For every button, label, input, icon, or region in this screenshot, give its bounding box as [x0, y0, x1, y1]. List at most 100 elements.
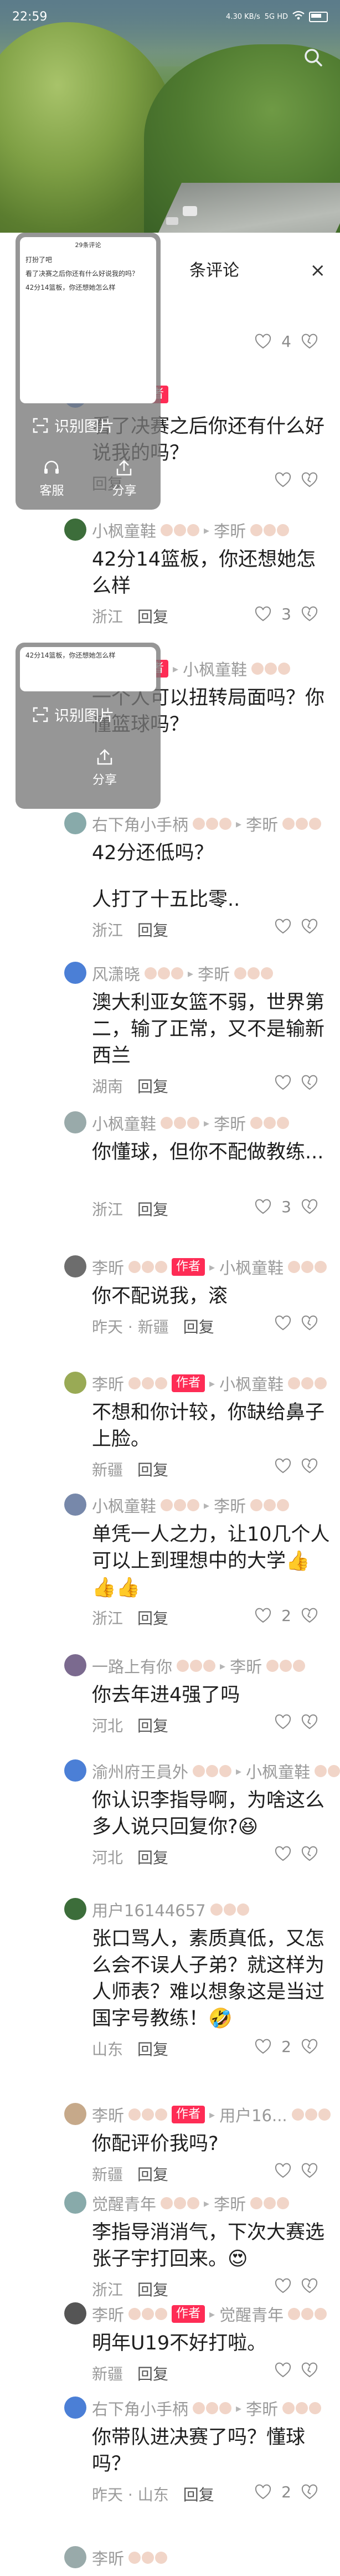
blurred-badge [193, 818, 232, 830]
avatar[interactable] [64, 812, 86, 834]
comment-username[interactable]: 小枫童鞋 [92, 1494, 156, 1517]
like-icon[interactable] [255, 2039, 271, 2055]
comment-username[interactable]: 小枫童鞋 [92, 519, 156, 542]
dislike-icon[interactable] [301, 333, 318, 350]
reply-to-username[interactable]: 小枫童鞋 [183, 657, 247, 680]
avatar[interactable] [64, 2192, 86, 2214]
like-icon[interactable] [275, 2163, 291, 2179]
reply-to-username[interactable]: 李昕 [214, 1111, 246, 1135]
comment-username[interactable]: 李昕 [92, 2546, 124, 2569]
avatar[interactable] [64, 2546, 86, 2568]
like-icon[interactable] [275, 2278, 291, 2295]
like-icon[interactable] [255, 2484, 271, 2501]
comment-username[interactable]: 用户16144657 [92, 1898, 206, 1921]
reply-button[interactable]: 回复 [137, 605, 168, 627]
reply-button[interactable]: 回复 [183, 2483, 214, 2505]
comment-username[interactable]: 风潇晓 [92, 962, 140, 985]
avatar[interactable] [64, 1494, 86, 1516]
reply-button[interactable]: 回复 [137, 1075, 168, 1097]
dislike-icon[interactable] [301, 2163, 318, 2179]
reply-to-username[interactable]: 觉醒青年 [219, 2302, 284, 2326]
avatar[interactable] [64, 1372, 86, 1394]
avatar[interactable] [64, 1759, 86, 1782]
dislike-icon[interactable] [301, 2039, 318, 2055]
like-icon[interactable] [275, 1714, 291, 1731]
dislike-icon[interactable] [301, 472, 318, 489]
dislike-icon[interactable] [301, 1075, 318, 1091]
screenshot-thumbnail[interactable]: 29条评论 打扮了吧 看了决赛之后你还有什么好说我的吗？ 42分14篮板，你还想… [20, 237, 156, 403]
search-icon[interactable] [302, 47, 324, 69]
avatar[interactable] [64, 962, 86, 984]
avatar[interactable] [64, 1898, 86, 1920]
like-icon[interactable] [275, 1315, 291, 1332]
reply-to-username[interactable]: 李昕 [214, 519, 246, 542]
dislike-icon[interactable] [301, 1714, 318, 1731]
reply-button[interactable]: 回复 [137, 2362, 168, 2384]
avatar[interactable] [64, 2302, 86, 2324]
dislike-icon[interactable] [301, 2362, 318, 2379]
like-icon[interactable] [275, 1075, 291, 1091]
share-button[interactable]: 分享 [112, 459, 137, 499]
reply-button[interactable]: 回复 [137, 1714, 168, 1736]
comment-username[interactable]: 李昕 [92, 2103, 124, 2126]
comment-username[interactable]: 右下角小手柄 [92, 2397, 188, 2420]
reply-to-username[interactable]: 李昕 [198, 962, 230, 985]
like-icon[interactable] [255, 606, 271, 623]
dislike-icon[interactable] [301, 2278, 318, 2295]
like-icon[interactable] [255, 1199, 271, 1215]
dislike-icon[interactable] [301, 1458, 318, 1475]
reply-to-username[interactable]: 李昕 [246, 2397, 278, 2420]
reply-to-username[interactable]: 小枫童鞋 [219, 1372, 284, 1395]
reply-button[interactable]: 回复 [137, 918, 168, 941]
reply-button[interactable]: 回复 [137, 2163, 168, 2185]
reply-to-username[interactable]: 李昕 [214, 1494, 246, 1517]
screenshot-thumbnail[interactable]: 42分14篮板，你还想她怎么样 [20, 647, 156, 691]
avatar[interactable] [64, 519, 86, 541]
comment-username[interactable]: 渝州府王員外 [92, 1759, 188, 1783]
reply-to-username[interactable]: 用户16... [219, 2103, 287, 2126]
reply-to-username[interactable]: 小枫童鞋 [219, 1255, 284, 1279]
like-icon[interactable] [255, 333, 271, 350]
dislike-icon[interactable] [301, 1846, 318, 1862]
reply-to-username[interactable]: 李昕 [246, 812, 278, 835]
ocr-button[interactable]: 识别图片 [32, 704, 114, 725]
like-icon[interactable] [275, 2362, 291, 2379]
like-icon[interactable] [275, 1458, 291, 1475]
close-icon[interactable]: × [310, 259, 326, 281]
dislike-icon[interactable] [301, 1199, 318, 1215]
reply-to-username[interactable]: 小枫童鞋 [246, 1759, 310, 1783]
reply-button[interactable]: 回复 [137, 1458, 168, 1480]
reply-button[interactable]: 回复 [137, 1198, 168, 1220]
like-icon[interactable] [275, 472, 291, 489]
avatar[interactable] [64, 1654, 86, 1676]
ocr-button[interactable]: 识别图片 [32, 414, 114, 436]
comment-username[interactable]: 李昕 [92, 1255, 124, 1279]
like-icon[interactable] [275, 918, 291, 935]
avatar[interactable] [64, 1111, 86, 1133]
reply-button[interactable]: 回复 [183, 1315, 214, 1337]
comment-username[interactable]: 李昕 [92, 2302, 124, 2326]
reply-button[interactable]: 回复 [137, 2038, 168, 2060]
avatar[interactable] [64, 2103, 86, 2125]
comment-username[interactable]: 小枫童鞋 [92, 1111, 156, 1135]
dislike-icon[interactable] [301, 606, 318, 623]
reply-to-username[interactable]: 李昕 [230, 1654, 262, 1677]
reply-button[interactable]: 回复 [137, 1846, 168, 1868]
dislike-icon[interactable] [301, 918, 318, 935]
avatar[interactable] [64, 2397, 86, 2419]
service-button[interactable]: 客服 [39, 459, 64, 499]
share-button[interactable]: 分享 [92, 748, 117, 788]
comment-username[interactable]: 一路上有你 [92, 1654, 172, 1677]
like-icon[interactable] [275, 1846, 291, 1862]
comment-username[interactable]: 李昕 [92, 1372, 124, 1395]
dislike-icon[interactable] [301, 1608, 318, 1624]
reply-button[interactable]: 回复 [137, 1607, 168, 1629]
like-icon[interactable] [255, 1608, 271, 1624]
dislike-icon[interactable] [301, 1315, 318, 1332]
comment-username[interactable]: 觉醒青年 [92, 2192, 156, 2215]
dislike-icon[interactable] [301, 2484, 318, 2501]
reply-to-username[interactable]: 李昕 [214, 2192, 246, 2215]
reply-button[interactable]: 回复 [137, 2278, 168, 2300]
avatar[interactable] [64, 1255, 86, 1277]
comment-username[interactable]: 右下角小手柄 [92, 812, 188, 835]
